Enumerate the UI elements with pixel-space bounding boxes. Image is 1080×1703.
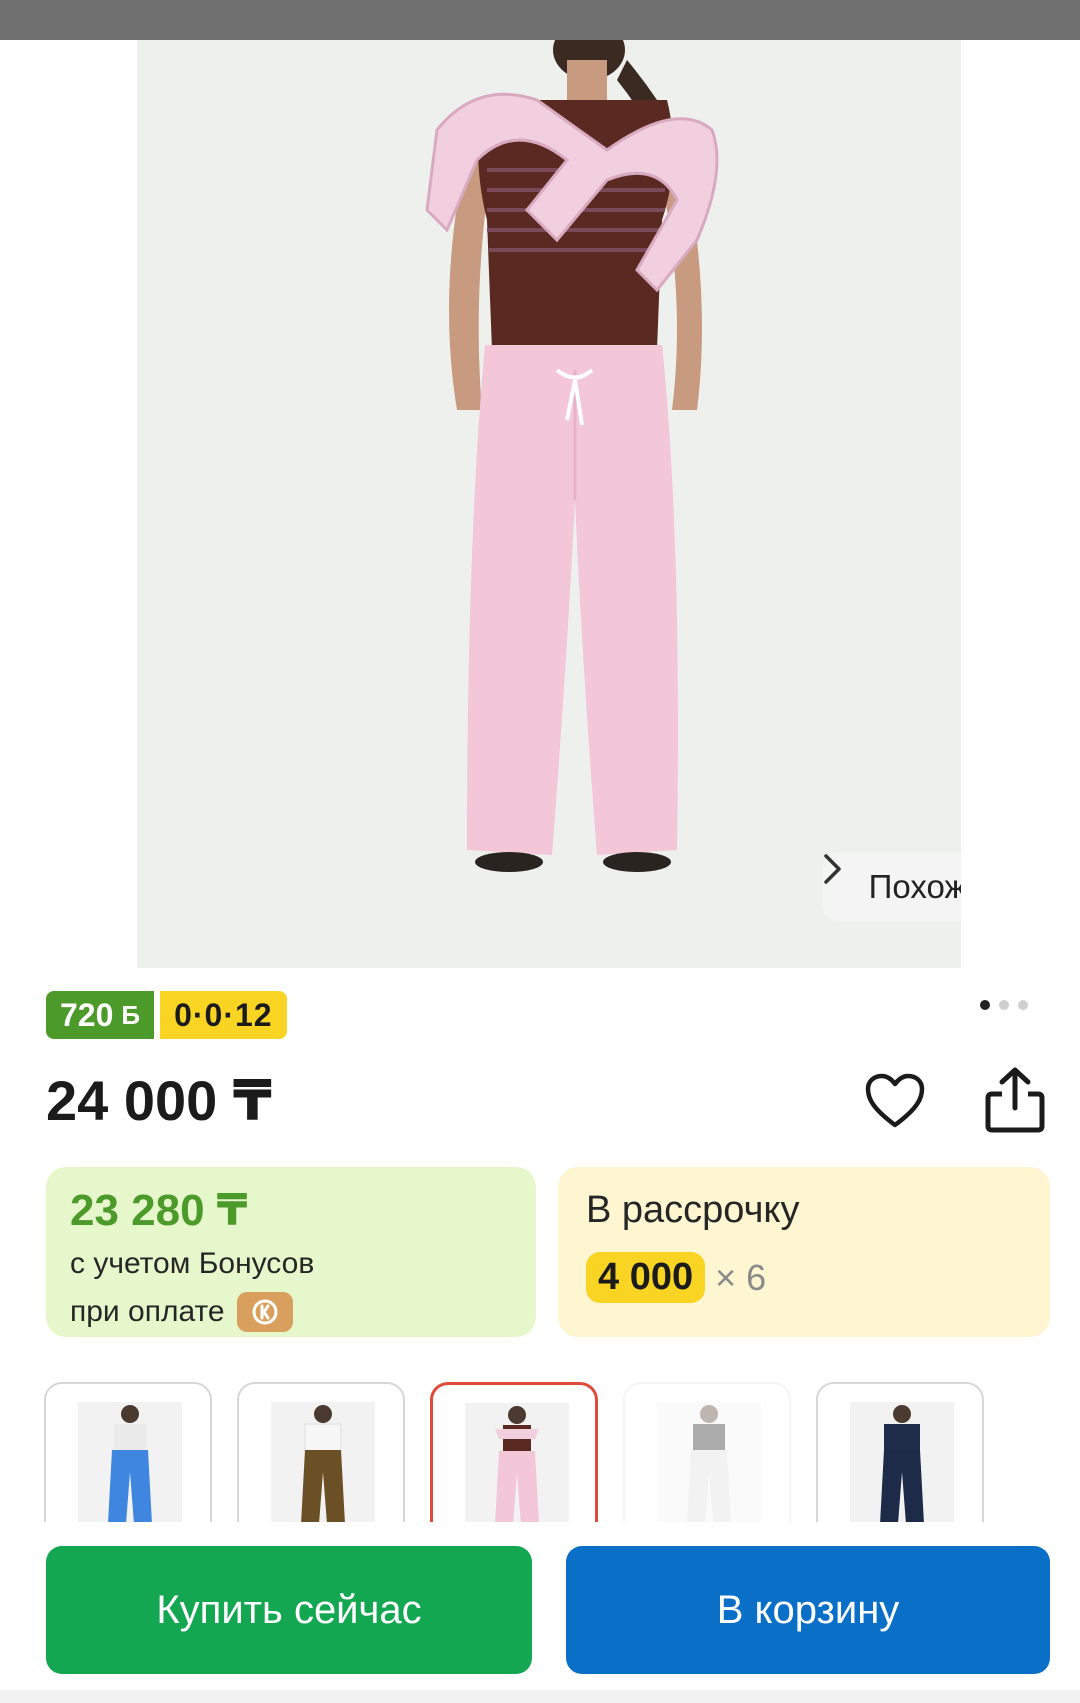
color-variants bbox=[44, 1382, 1054, 1522]
installment-title: В рассрочку bbox=[586, 1189, 800, 1231]
variant-thumbnail-pink[interactable] bbox=[430, 1382, 598, 1522]
installment-card[interactable]: В рассрочку 4 000 × 6 bbox=[558, 1167, 1050, 1337]
variant-thumbnail-olive[interactable] bbox=[237, 1382, 405, 1522]
bonus-line-1: с учетом Бонусов bbox=[70, 1246, 512, 1282]
pagination-dot bbox=[1018, 1000, 1028, 1010]
bonus-line-1-text: с учетом Бонусов bbox=[70, 1247, 315, 1280]
variant-thumbnail-navy[interactable] bbox=[816, 1382, 984, 1522]
bonus-line-2-text: при оплате bbox=[70, 1295, 225, 1328]
image-pagination bbox=[980, 1000, 1028, 1010]
variant-navy-image bbox=[850, 1402, 954, 1522]
variant-thumbnail-blue[interactable] bbox=[44, 1382, 212, 1522]
pagination-dot bbox=[980, 1000, 990, 1010]
promo-badges: 720 Б 0·0·12 bbox=[46, 991, 287, 1039]
bonus-badge: 720 Б bbox=[46, 991, 155, 1039]
add-to-cart-button[interactable]: В корзину bbox=[566, 1546, 1050, 1674]
share-icon[interactable] bbox=[984, 1066, 1046, 1134]
bonus-value: 720 bbox=[60, 996, 114, 1033]
installment-months: × 6 bbox=[715, 1256, 767, 1298]
similar-products-button[interactable]: Похожие bbox=[822, 852, 961, 922]
variant-blue-image bbox=[78, 1402, 182, 1522]
variant-white-image bbox=[657, 1402, 761, 1522]
buy-now-button[interactable]: Купить сейчас bbox=[46, 1546, 532, 1674]
bonus-price-card[interactable]: 23 280 ₸ с учетом Бонусов при оплате bbox=[46, 1167, 536, 1337]
variant-thumbnail-white[interactable] bbox=[623, 1382, 791, 1522]
variant-pink-image bbox=[465, 1403, 569, 1522]
payment-logo-icon bbox=[252, 1299, 278, 1325]
status-bar bbox=[0, 0, 1080, 40]
pagination-dot bbox=[999, 1000, 1009, 1010]
bonus-price: 23 280 ₸ bbox=[70, 1186, 248, 1235]
chevron-right-icon bbox=[824, 854, 841, 884]
product-image[interactable]: Похожие bbox=[137, 40, 961, 968]
payment-app-icon bbox=[236, 1292, 293, 1332]
similar-label: Похожие bbox=[868, 868, 961, 905]
installment-monthly-amount: 4 000 bbox=[586, 1252, 706, 1303]
product-price: 24 000 ₸ bbox=[46, 1069, 272, 1132]
installment-plan-badge: 0·0·12 bbox=[160, 991, 287, 1039]
bonus-symbol: Б bbox=[121, 999, 141, 1030]
bonus-line-2: при оплате bbox=[70, 1292, 512, 1332]
variant-olive-image bbox=[271, 1402, 375, 1522]
installment-row: 4 000 × 6 bbox=[586, 1252, 1022, 1303]
favorite-heart-icon[interactable] bbox=[864, 1072, 926, 1130]
home-indicator-area bbox=[0, 1690, 1080, 1703]
product-photo-illustration bbox=[137, 40, 961, 968]
